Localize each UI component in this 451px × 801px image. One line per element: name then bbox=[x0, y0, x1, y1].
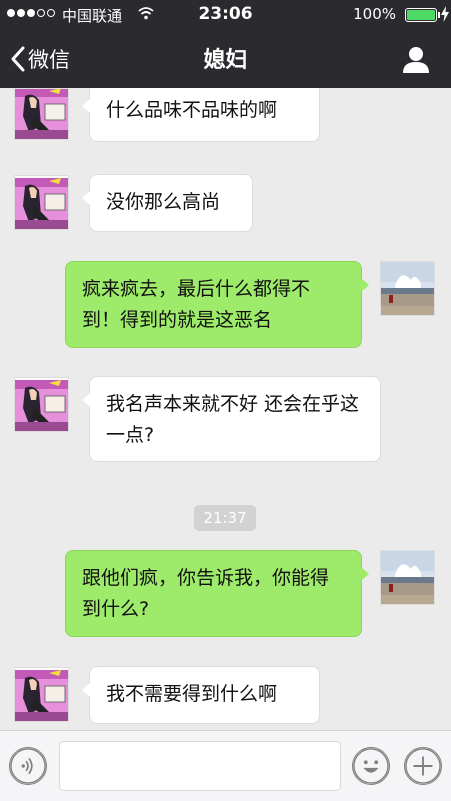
message-text: 我名声本来就不好 还会在乎这一点? bbox=[106, 393, 360, 446]
plus-icon[interactable] bbox=[404, 747, 442, 785]
message-bubble-incoming[interactable]: 什么品味不品味的啊 bbox=[82, 88, 320, 142]
chat-area[interactable]: 什么品味不品味的啊 没你那么高尚 疯来疯去，最后什么都得不到！得到的就是这恶名 … bbox=[0, 88, 451, 730]
contact-avatar[interactable] bbox=[14, 88, 69, 140]
chat-title: 媳妇 bbox=[203, 48, 248, 73]
battery-icon bbox=[405, 8, 437, 22]
battery-percent: 100% bbox=[353, 5, 396, 23]
voice-icon[interactable] bbox=[9, 747, 47, 785]
message-bubble-incoming[interactable]: 没你那么高尚 bbox=[82, 174, 253, 232]
battery-tip bbox=[438, 12, 440, 18]
message-text: 没你那么高尚 bbox=[106, 191, 221, 213]
status-bar: 中国联通 23:06 100% bbox=[0, 0, 451, 30]
contact-avatar[interactable] bbox=[14, 377, 69, 432]
emoji-icon[interactable] bbox=[352, 747, 390, 785]
charging-icon bbox=[441, 6, 449, 22]
contact-avatar[interactable] bbox=[14, 667, 69, 722]
my-avatar[interactable] bbox=[380, 550, 435, 605]
message-text: 我不需要得到什么啊 bbox=[106, 683, 278, 705]
message-bubble-outgoing[interactable]: 跟他们疯，你告诉我，你能得到什么? bbox=[65, 550, 369, 637]
person-icon[interactable] bbox=[401, 44, 431, 74]
message-bubble-incoming[interactable]: 我不需要得到什么啊 bbox=[82, 666, 320, 724]
message-bubble-incoming[interactable]: 我名声本来就不好 还会在乎这一点? bbox=[82, 376, 381, 462]
message-text: 跟他们疯，你告诉我，你能得到什么? bbox=[82, 567, 330, 620]
message-bubble-outgoing[interactable]: 疯来疯去，最后什么都得不到！得到的就是这恶名 bbox=[65, 261, 369, 348]
nav-bar: 微信 媳妇 bbox=[0, 30, 451, 88]
message-input[interactable] bbox=[59, 741, 341, 791]
my-avatar[interactable] bbox=[380, 261, 435, 316]
input-bar bbox=[0, 730, 451, 801]
contact-avatar[interactable] bbox=[14, 175, 69, 230]
message-text: 疯来疯去，最后什么都得不到！得到的就是这恶名 bbox=[82, 278, 311, 331]
message-timestamp: 21:37 bbox=[194, 505, 256, 531]
message-text: 什么品味不品味的啊 bbox=[106, 99, 278, 121]
